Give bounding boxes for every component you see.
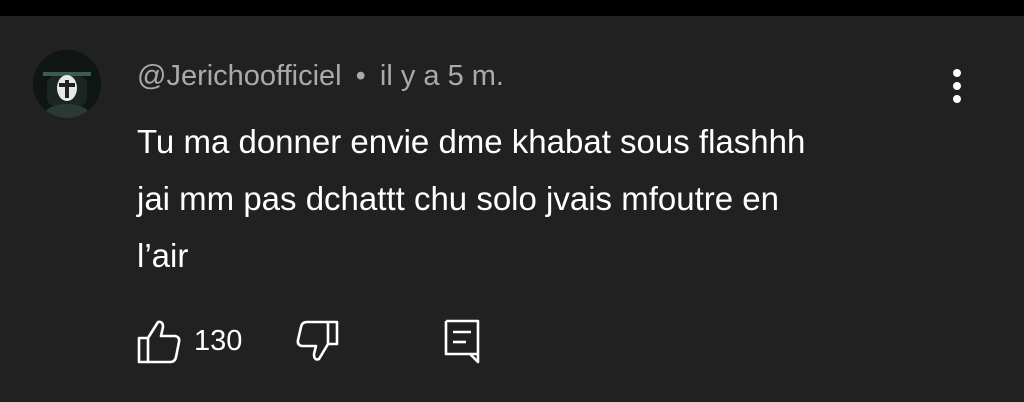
thumbs-down-icon xyxy=(296,320,339,361)
thumbs-up-icon xyxy=(137,320,181,364)
like-count: 130 xyxy=(194,325,243,357)
reply-button[interactable] xyxy=(438,316,488,366)
comment-line: Tu ma donner envie dme khabat sous flash… xyxy=(137,123,806,160)
more-vert-icon xyxy=(953,69,961,103)
meta-separator: • xyxy=(355,60,366,92)
comment-actions: 130 xyxy=(0,316,1024,366)
avatar[interactable] xyxy=(33,50,101,118)
author-name[interactable]: @Jerichoofficiel xyxy=(137,60,342,92)
comment-line: jai mm pas dchattt chu solo jvais mfoutr… xyxy=(137,180,779,217)
comment-text: Tu ma donner envie dme khabat sous flash… xyxy=(137,113,977,284)
comment-reply-icon xyxy=(444,319,480,364)
more-options-button[interactable] xyxy=(940,66,974,106)
comment-card: @Jerichoofficiel • il y a 5 m. Tu ma don… xyxy=(0,16,1024,402)
like-button[interactable] xyxy=(134,316,184,366)
comment-meta: @Jerichoofficiel • il y a 5 m. xyxy=(137,58,504,94)
dislike-button[interactable] xyxy=(292,316,342,366)
comment-timestamp: il y a 5 m. xyxy=(379,60,504,92)
comment-line: l’air xyxy=(137,237,189,274)
avatar-image xyxy=(33,50,101,118)
